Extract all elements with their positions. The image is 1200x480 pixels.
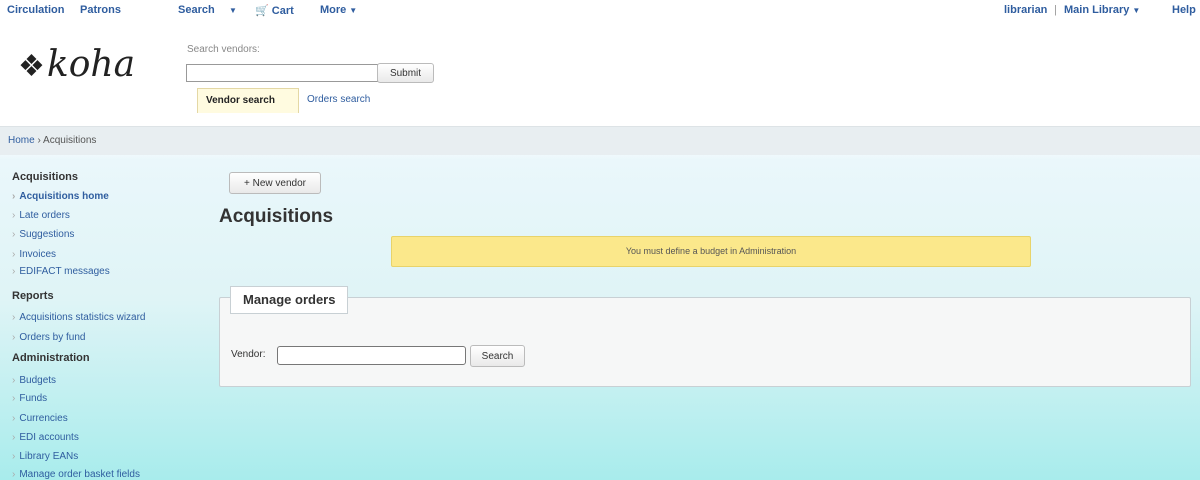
bullet-icon: ›	[12, 375, 16, 386]
manage-orders-fieldset	[219, 297, 1191, 387]
sidebar-item-edifact-messages[interactable]: › EDIFACT messages	[12, 266, 110, 277]
bullet-icon: ›	[12, 191, 16, 202]
sidebar-item-edi-accounts[interactable]: › EDI accounts	[12, 432, 79, 443]
sidebar-item-label: Late orders	[19, 210, 70, 221]
sidebar-item-currencies[interactable]: › Currencies	[12, 413, 68, 424]
nav-library[interactable]: Main Library ▼	[1064, 4, 1140, 16]
sidebar-item-label: EDIFACT messages	[19, 266, 110, 277]
bullet-icon: ›	[12, 229, 16, 240]
bullet-icon: ›	[12, 393, 16, 404]
sidebar-item-label: Orders by fund	[19, 332, 86, 343]
sidebar-item-acquisitions-statistics-wizard[interactable]: › Acquisitions statistics wizard	[12, 312, 146, 323]
sidebar-item-label: EDI accounts	[19, 432, 79, 443]
bullet-icon: ›	[12, 451, 16, 462]
submit-button[interactable]: Submit	[377, 63, 434, 83]
sidebar-item-label: Acquisitions home	[19, 191, 109, 202]
breadcrumb-separator: ›	[37, 135, 41, 146]
sidebar-heading-reports: Reports	[12, 290, 54, 302]
new-vendor-label: New vendor	[252, 177, 306, 189]
vendor-search-input[interactable]	[186, 64, 378, 82]
sidebar-item-label: Manage order basket fields	[19, 469, 140, 480]
nav-user[interactable]: librarian	[1004, 4, 1047, 16]
bullet-icon: ›	[12, 432, 16, 443]
nav-more-label: More	[320, 4, 347, 16]
bullet-icon: ›	[12, 312, 16, 323]
sidebar-item-acquisitions-home[interactable]: › Acquisitions home	[12, 191, 109, 202]
sidebar-item-orders-by-fund[interactable]: › Orders by fund	[12, 332, 86, 343]
new-vendor-button[interactable]: + New vendor	[229, 172, 321, 194]
chevron-down-icon: ▼	[349, 6, 358, 15]
search-vendors-label: Search vendors:	[187, 44, 260, 55]
nav-circulation[interactable]: Circulation	[7, 4, 64, 16]
sidebar-item-invoices[interactable]: › Invoices	[12, 249, 56, 260]
nav-search[interactable]: Search	[178, 4, 215, 16]
top-navigation: Circulation Patrons Search ▼ 🛒 Cart More…	[0, 0, 1200, 20]
sidebar-item-label: Acquisitions statistics wizard	[19, 312, 146, 323]
sidebar-item-suggestions[interactable]: › Suggestions	[12, 229, 74, 240]
nav-patrons[interactable]: Patrons	[80, 4, 121, 16]
cart-icon: 🛒	[255, 5, 269, 17]
manage-orders-legend: Manage orders	[230, 286, 349, 314]
bullet-icon: ›	[12, 469, 16, 480]
logo-text: koha	[46, 44, 136, 85]
sidebar-item-label: Currencies	[19, 413, 68, 424]
breadcrumb-home[interactable]: Home	[8, 135, 35, 146]
sidebar-item-label: Budgets	[19, 375, 57, 386]
koha-logo[interactable]: ❖koha	[18, 44, 168, 94]
koha-logo-icon: ❖	[18, 49, 45, 84]
breadcrumb-bar: Home › Acquisitions	[0, 126, 1200, 155]
sidebar-item-late-orders[interactable]: › Late orders	[12, 210, 70, 221]
nav-more[interactable]: More ▼	[320, 4, 357, 16]
nav-library-label: Main Library	[1064, 4, 1130, 16]
search-button[interactable]: Search	[470, 345, 525, 367]
sidebar-item-manage-order-basket-fields[interactable]: › Manage order basket fields	[12, 469, 140, 480]
budget-warning-message: You must define a budget in Administrati…	[391, 236, 1031, 267]
tab-vendor-search[interactable]: Vendor search	[197, 88, 299, 113]
sidebar-item-budgets[interactable]: › Budgets	[12, 375, 56, 386]
sidebar-item-label: Library EANs	[19, 451, 79, 462]
sidebar-item-funds[interactable]: › Funds	[12, 393, 47, 404]
sidebar-item-library-eans[interactable]: › Library EANs	[12, 451, 78, 462]
bullet-icon: ›	[12, 249, 16, 260]
nav-cart[interactable]: 🛒 Cart	[255, 4, 294, 17]
bullet-icon: ›	[12, 266, 16, 277]
sidebar-item-label: Invoices	[19, 249, 57, 260]
nav-search-dropdown[interactable]: ▼	[226, 4, 237, 16]
bullet-icon: ›	[12, 332, 16, 343]
bullet-icon: ›	[12, 210, 16, 221]
sidebar-heading-administration: Administration	[12, 352, 90, 364]
plus-icon: +	[244, 177, 250, 189]
vendor-field[interactable]	[277, 346, 466, 365]
vendor-label: Vendor:	[231, 349, 266, 360]
sidebar-item-label: Suggestions	[19, 229, 75, 240]
page-title: Acquisitions	[219, 206, 334, 227]
tab-orders-search[interactable]: Orders search	[299, 88, 378, 112]
breadcrumb-current: Acquisitions	[43, 135, 97, 146]
breadcrumb: Home › Acquisitions	[8, 135, 96, 146]
nav-help[interactable]: Help	[1172, 4, 1196, 16]
sidebar-item-label: Funds	[19, 393, 48, 404]
sidebar-heading-acquisitions: Acquisitions	[12, 171, 79, 183]
chevron-down-icon: ▼	[229, 6, 237, 15]
bullet-icon: ›	[12, 413, 16, 424]
nav-cart-label: Cart	[271, 5, 294, 17]
nav-separator: |	[1054, 4, 1057, 16]
chevron-down-icon: ▼	[1132, 6, 1141, 15]
